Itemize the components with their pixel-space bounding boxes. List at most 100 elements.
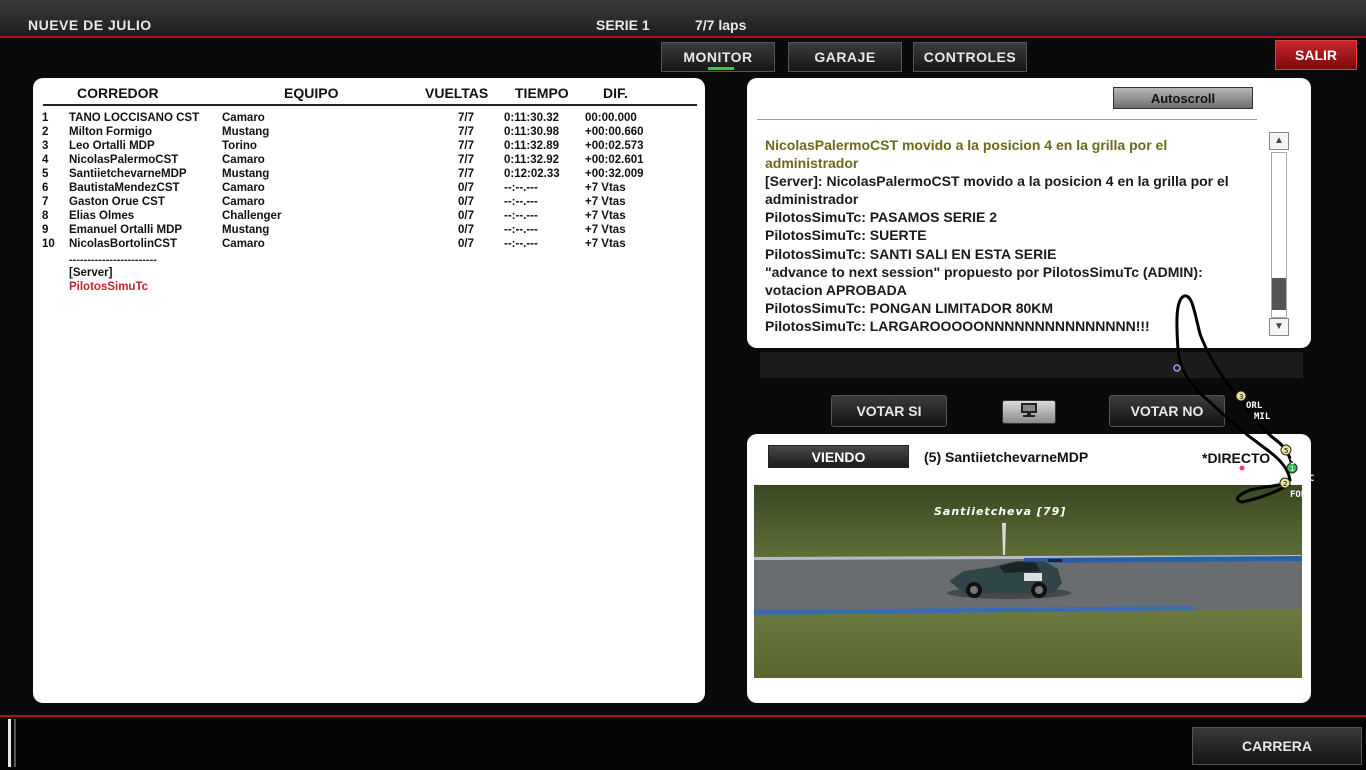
- session-name: SERIE 1: [596, 17, 650, 33]
- chat-divider: [757, 119, 1257, 120]
- map-marker: 3: [1239, 393, 1243, 401]
- row-team: Camaro: [222, 154, 265, 166]
- row-diff: 00:00.000: [585, 112, 637, 124]
- camera-panel: VIENDO (5) SantiietchevarneMDP *DIRECTO: [747, 434, 1311, 703]
- row-diff: +7 Vtas: [585, 196, 626, 208]
- row-driver: NicolasPalermoCST: [69, 154, 179, 166]
- chevron-up-icon[interactable]: ▲: [1269, 132, 1289, 150]
- car-name-tag: Santiietcheva [79]: [934, 505, 1067, 518]
- chat-message: PilotosSimuTc: LARGAROOOOONNNNNNNNNNNNNN…: [765, 317, 1150, 334]
- row-time: 0:11:32.89: [504, 140, 559, 152]
- camera-mode[interactable]: *DIRECTO: [1202, 450, 1270, 466]
- header-divider: [43, 104, 697, 106]
- table-row[interactable]: 6 BautistaMendezCST Camaro 0/7 --:--.--- +7 V…: [33, 182, 705, 196]
- row-driver: Emanuel Ortalli MDP: [69, 224, 183, 236]
- row-driver: BautistaMendezCST: [69, 182, 180, 194]
- vote-yes-button[interactable]: VOTAR SI: [831, 395, 947, 427]
- viewing-button[interactable]: VIENDO: [768, 445, 909, 468]
- chat-message: PilotosSimuTc: SUERTE: [765, 227, 927, 244]
- table-row[interactable]: 1 TANO LOCCISANO CST Camaro 7/7 0:11:30.32 00…: [33, 112, 705, 126]
- row-laps: 0/7: [458, 182, 474, 194]
- table-row[interactable]: 2 Milton Formigo Mustang 7/7 0:11:30.98 +00:0…: [33, 126, 705, 140]
- tab-monitor[interactable]: MONITOR: [661, 42, 775, 72]
- chat-scrollbar[interactable]: ▲ ▼: [1269, 132, 1289, 336]
- chat-message: "advance to next session" propuesto por …: [765, 263, 1203, 298]
- table-row[interactable]: 7 Gaston Orue CST Camaro 0/7 --:--.--- +7 Vta…: [33, 196, 705, 210]
- tab-garage[interactable]: GARAJE: [788, 42, 902, 72]
- row-team: Camaro: [222, 182, 265, 194]
- row-team: Torino: [222, 140, 257, 152]
- row-position: 1: [42, 112, 49, 124]
- table-row[interactable]: 9 Emanuel Ortalli MDP Mustang 0/7 --:--.--- +…: [33, 224, 705, 238]
- row-position: 2: [42, 126, 49, 138]
- monitor-button[interactable]: [1002, 400, 1056, 424]
- map-label: ORL: [1246, 401, 1263, 411]
- row-diff: +00:32.009: [585, 168, 644, 180]
- viewed-driver: (5) SantiietchevarneMDP: [924, 449, 1089, 465]
- spectator-separator: ------------------------: [69, 254, 157, 266]
- table-row[interactable]: 4 NicolasPalermoCST Camaro 7/7 0:11:32.92 +00…: [33, 154, 705, 168]
- chat-panel: Autoscroll NicolasPalermoCST movido a la…: [747, 78, 1311, 348]
- header-laps: VUELTAS: [425, 85, 489, 101]
- autoscroll-button[interactable]: Autoscroll: [1113, 87, 1253, 109]
- race-button[interactable]: CARRERA: [1192, 727, 1362, 765]
- header-time: TIEMPO: [515, 85, 569, 101]
- row-driver: SantiietchevarneMDP: [69, 168, 187, 180]
- row-position: 7: [42, 196, 49, 208]
- table-row[interactable]: 5 SantiietchevarneMDP Mustang 7/7 0:12:02.33…: [33, 168, 705, 182]
- row-time: --:--.---: [504, 224, 538, 236]
- chat-message: PilotosSimuTc: SANTI SALI EN ESTA SERIE: [765, 245, 1057, 262]
- header-driver: CORREDOR: [77, 85, 159, 101]
- row-diff: +7 Vtas: [585, 238, 626, 250]
- row-position: 6: [42, 182, 49, 194]
- row-laps: 7/7: [458, 112, 474, 124]
- header-diff: DIF.: [603, 85, 628, 101]
- row-diff: +00:00.660: [585, 126, 644, 138]
- row-position: 9: [42, 224, 49, 236]
- row-team: Mustang: [222, 168, 270, 180]
- row-driver: TANO LOCCISANO CST: [69, 112, 200, 124]
- chevron-down-icon[interactable]: ▼: [1269, 318, 1289, 336]
- row-laps: 7/7: [458, 168, 474, 180]
- row-team: Challenger: [222, 210, 282, 222]
- row-position: 3: [42, 140, 49, 152]
- row-diff: +00:02.601: [585, 154, 644, 166]
- top-bar: NUEVE DE JULIO SERIE 1 7/7 laps: [0, 0, 1366, 38]
- table-row[interactable]: 10 NicolasBortolinCST Camaro 0/7 --:--.--- +7…: [33, 238, 705, 252]
- row-laps: 7/7: [458, 126, 474, 138]
- row-driver: Leo Ortalli MDP: [69, 140, 155, 152]
- row-driver: Milton Formigo: [69, 126, 153, 138]
- chat-input[interactable]: [760, 352, 1303, 378]
- row-laps: 0/7: [458, 238, 474, 250]
- bottom-marker: [14, 719, 16, 767]
- row-laps: 0/7: [458, 224, 474, 236]
- row-time: 0:11:30.98: [504, 126, 559, 138]
- row-time: 0:11:32.92: [504, 154, 559, 166]
- row-laps: 0/7: [458, 210, 474, 222]
- header-team: EQUIPO: [284, 85, 339, 101]
- chat-message: [Server]: NicolasPalermoCST movido a la …: [765, 173, 1229, 208]
- monitor-icon: [1018, 402, 1040, 423]
- vote-no-button[interactable]: VOTAR NO: [1109, 395, 1225, 427]
- row-laps: 7/7: [458, 140, 474, 152]
- row-position: 10: [42, 238, 55, 250]
- tab-controls[interactable]: CONTROLES: [913, 42, 1027, 72]
- row-time: --:--.---: [504, 238, 538, 250]
- row-time: --:--.---: [504, 182, 538, 194]
- row-team: Mustang: [222, 126, 270, 138]
- chat-log: NicolasPalermoCST movido a la posicion 4…: [765, 136, 1253, 335]
- row-diff: +7 Vtas: [585, 224, 626, 236]
- exit-button[interactable]: SALIR: [1275, 40, 1357, 70]
- table-row[interactable]: 3 Leo Ortalli MDP Torino 7/7 0:11:32.89 +00:0…: [33, 140, 705, 154]
- row-position: 5: [42, 168, 49, 180]
- table-row[interactable]: 8 Elias Olmes Challenger 0/7 --:--.--- +7 Vta…: [33, 210, 705, 224]
- bottom-bar: [0, 715, 1366, 770]
- row-diff: +7 Vtas: [585, 182, 626, 194]
- scrollbar-thumb[interactable]: [1272, 278, 1286, 310]
- venue-name: NUEVE DE JULIO: [28, 17, 152, 33]
- row-team: Camaro: [222, 112, 265, 124]
- row-position: 4: [42, 154, 49, 166]
- row-team: Camaro: [222, 196, 265, 208]
- chat-message: NicolasPalermoCST movido a la posicion 4…: [765, 137, 1168, 172]
- row-team: Camaro: [222, 238, 265, 250]
